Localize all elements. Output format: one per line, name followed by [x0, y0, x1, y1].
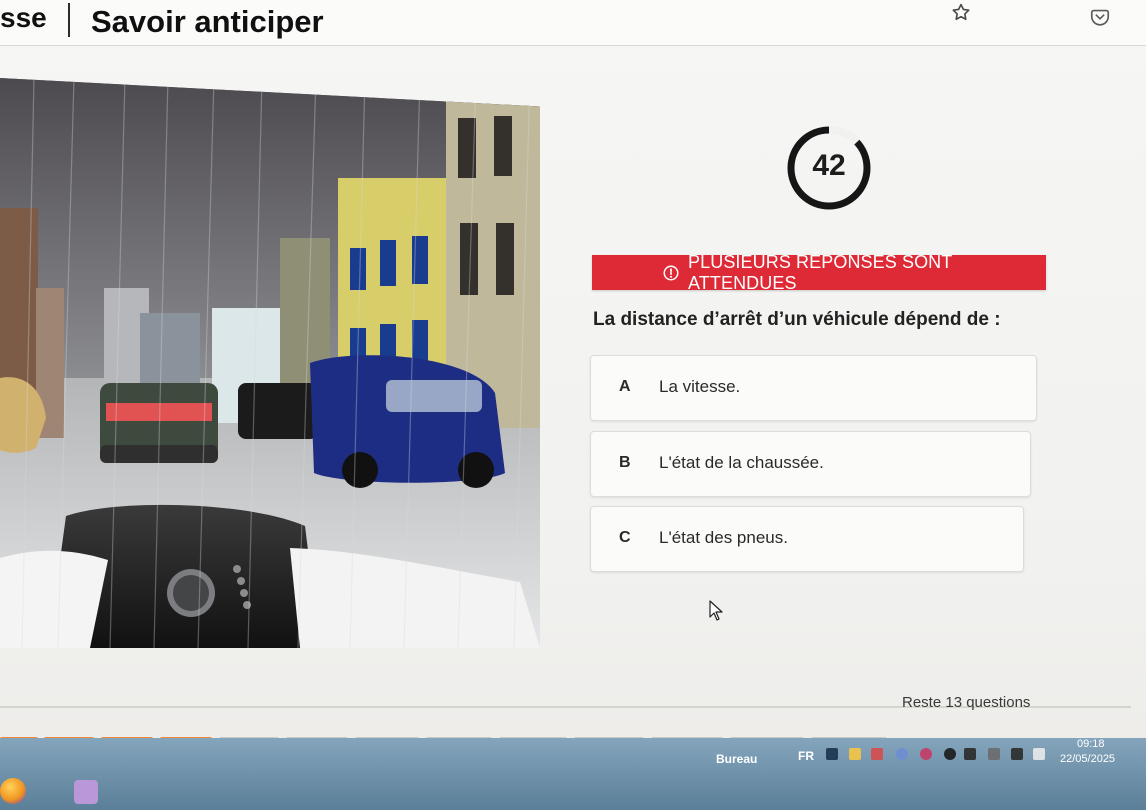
language-indicator[interactable]: FR [798, 749, 814, 763]
cloud-icon[interactable] [988, 748, 1000, 760]
network-icon[interactable] [964, 748, 976, 760]
driving-scene-illustration [0, 78, 540, 648]
countdown-timer: 42 [787, 122, 871, 216]
driving-scene-image [0, 78, 540, 648]
mouse-cursor-icon [709, 600, 723, 621]
alert-circle-icon [663, 265, 679, 280]
star-icon [952, 3, 970, 21]
header-bar: sse Savoir anticiper [0, 0, 1146, 46]
start-button-icon[interactable] [0, 778, 26, 804]
question-text: La distance d’arrêt d’un véhicule dépend… [593, 309, 1001, 330]
security-icon[interactable] [871, 748, 883, 760]
windows-taskbar: Bureau FR 09:18 22/05/2025 [0, 738, 1146, 810]
answer-letter: A [619, 378, 631, 395]
mouse-cursor-icon [708, 600, 726, 622]
answer-option-c[interactable]: C L'état des pneus. [590, 506, 1024, 572]
star-icon[interactable] [950, 2, 972, 24]
answer-letter: B [619, 454, 631, 471]
alert-text: PLUSIEURS RÉPONSES SONT ATTENDUES [688, 251, 953, 293]
chat-icon[interactable] [944, 748, 956, 760]
page-title: Savoir anticiper [91, 4, 324, 39]
answer-letter: C [619, 529, 631, 546]
title-separator [68, 3, 70, 37]
remaining-questions: Reste 13 questions [902, 694, 1031, 711]
update-icon[interactable] [920, 748, 932, 760]
answer-option-b[interactable]: B L'état de la chaussée. [590, 431, 1031, 497]
pocket-icon [1090, 9, 1110, 26]
timer-value: 42 [812, 149, 846, 182]
breadcrumb-prefix: sse [0, 2, 47, 33]
volume-icon[interactable] [1033, 748, 1045, 760]
answer-text: La vitesse. [659, 377, 741, 396]
answer-text: L'état des pneus. [659, 528, 788, 547]
taskbar-desktop-label[interactable]: Bureau [716, 752, 757, 766]
app-status-icon[interactable] [896, 748, 908, 760]
folder-icon[interactable] [849, 748, 861, 760]
display-icon[interactable] [1011, 748, 1023, 760]
answer-text: L'état de la chaussée. [659, 453, 824, 472]
quiz-page: sse Savoir anticiper 42 PLUSIEURS RÉPONS… [0, 0, 1146, 810]
pocket-icon[interactable] [1089, 6, 1111, 28]
media-app-icon[interactable] [74, 780, 98, 804]
answer-option-a[interactable]: A La vitesse. [590, 355, 1037, 421]
multiple-answers-alert: PLUSIEURS RÉPONSES SONT ATTENDUES [592, 252, 1046, 293]
keyboard-icon[interactable] [826, 748, 838, 760]
taskbar-date: 22/05/2025 [1060, 753, 1116, 765]
taskbar-time: 09:18 [1077, 738, 1105, 750]
alert-circle-icon [662, 264, 680, 282]
